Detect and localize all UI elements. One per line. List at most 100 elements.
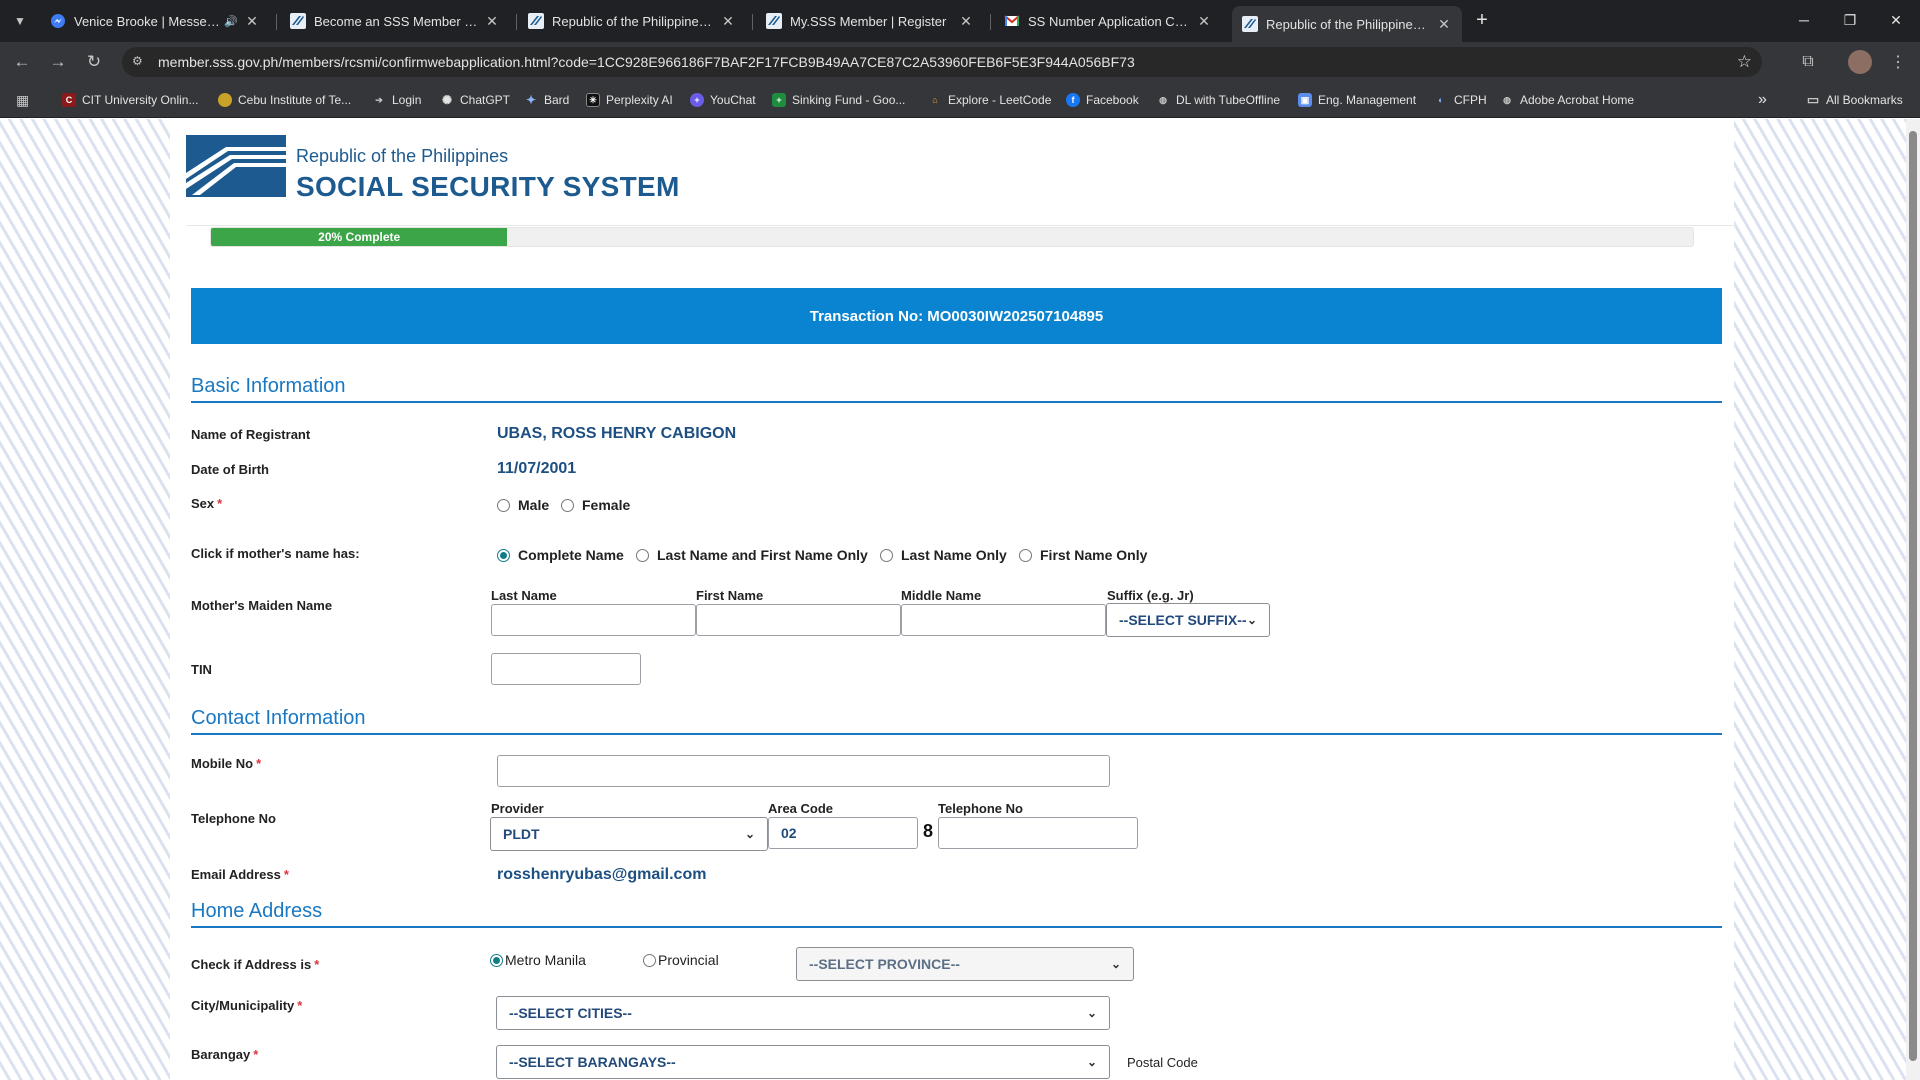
- bookmark-youchat[interactable]: + YouChat: [690, 90, 756, 110]
- bookmark-eng-management[interactable]: ▣ Eng. Management: [1298, 90, 1416, 110]
- more-bookmarks-chevron[interactable]: »: [1758, 90, 1767, 110]
- radio-complete-name[interactable]: Complete Name: [497, 547, 624, 563]
- speaker-icon[interactable]: 🔊: [224, 15, 238, 28]
- close-tab-icon[interactable]: ✕: [720, 13, 736, 29]
- page-scrollbar[interactable]: [1906, 119, 1920, 1080]
- radio-circle[interactable]: [643, 953, 656, 967]
- bookmark-cfph[interactable]: ◐ CFPH: [1434, 90, 1486, 110]
- tab-republic-sss-1[interactable]: Republic of the Philippines Soci ✕: [518, 6, 746, 36]
- radio-female[interactable]: Female: [561, 497, 630, 513]
- bard-sparkle-icon: ✦: [525, 93, 537, 107]
- close-tab-icon[interactable]: ✕: [1196, 13, 1212, 29]
- bookmark-bard[interactable]: ✦ Bard: [524, 90, 569, 110]
- tab-messenger[interactable]: Venice Brooke | Messenger 🔊 ✕: [40, 6, 270, 36]
- tab-mysss-register[interactable]: My.SSS Member | Register ✕: [756, 6, 984, 36]
- required-asterisk: *: [297, 998, 303, 1013]
- forward-arrow-icon[interactable]: →: [46, 50, 70, 74]
- tin-input[interactable]: [491, 653, 641, 685]
- maiden-suffix-label: Suffix (e.g. Jr): [1107, 588, 1194, 603]
- bookmark-leetcode[interactable]: ⌂ Explore - LeetCode: [928, 90, 1051, 110]
- address-type-label: Check if Address is *: [191, 957, 319, 972]
- bookmark-perplexity[interactable]: ✳ Perplexity AI: [586, 90, 673, 110]
- bookmark-label: Bard: [544, 93, 570, 107]
- radio-circle-selected[interactable]: [490, 953, 503, 967]
- extensions-puzzle-icon[interactable]: ⧉: [1796, 50, 1820, 74]
- province-select[interactable]: --SELECT PROVINCE-- ⌄: [796, 947, 1134, 981]
- bookmark-cebu-institute[interactable]: Cebu Institute of Te...: [218, 90, 351, 110]
- radio-circle[interactable]: [880, 548, 893, 562]
- bookmark-star-icon[interactable]: ☆: [1737, 52, 1752, 72]
- tab-divider: [516, 14, 517, 30]
- header-title: SOCIAL SECURITY SYSTEM: [296, 171, 680, 202]
- radio-circle[interactable]: [561, 498, 574, 512]
- url-text[interactable]: member.sss.gov.ph/members/rcsmi/confirmw…: [158, 54, 1135, 70]
- bookmark-tubeoffline[interactable]: ◍ DL with TubeOffline: [1156, 90, 1280, 110]
- site-info-icon[interactable]: ⚙: [132, 54, 148, 70]
- restore-icon[interactable]: ❐: [1832, 6, 1868, 34]
- maiden-first-name-input[interactable]: [696, 604, 901, 636]
- provider-select[interactable]: PLDT ⌄: [490, 817, 768, 851]
- all-bookmarks-folder[interactable]: ▭ All Bookmarks: [1806, 90, 1903, 110]
- close-tab-icon[interactable]: ✕: [484, 13, 500, 29]
- progress-fill: 20% Complete: [211, 228, 508, 246]
- bookmark-label: Facebook: [1086, 93, 1139, 107]
- maiden-middle-name-input[interactable]: [901, 604, 1106, 636]
- close-window-icon[interactable]: ✕: [1878, 6, 1914, 34]
- close-tab-icon[interactable]: ✕: [958, 13, 974, 29]
- maiden-last-name-input[interactable]: [491, 604, 696, 636]
- telephone-number-input[interactable]: [938, 817, 1138, 849]
- bookmark-sinking-fund[interactable]: + Sinking Fund - Goo...: [772, 90, 905, 110]
- tab-ss-number-application[interactable]: SS Number Application Continu ✕: [994, 6, 1222, 36]
- radio-circle[interactable]: [497, 498, 510, 512]
- bookmark-login[interactable]: ➔ Login: [372, 90, 421, 110]
- bookmark-cit-university[interactable]: C CIT University Onlin...: [62, 90, 198, 110]
- radio-circle[interactable]: [636, 548, 649, 562]
- bookmark-facebook[interactable]: f Facebook: [1066, 90, 1139, 110]
- barangay-label-text: Barangay: [191, 1047, 251, 1062]
- radio-last-only[interactable]: Last Name Only: [880, 547, 1007, 563]
- radio-male[interactable]: Male: [497, 497, 549, 513]
- area-code-input[interactable]: [768, 817, 918, 849]
- barangay-select[interactable]: --SELECT BARANGAYS-- ⌄: [496, 1045, 1110, 1079]
- close-tab-icon[interactable]: ✕: [244, 13, 260, 29]
- reload-icon[interactable]: ↻: [82, 50, 106, 74]
- radio-label: Male: [518, 497, 550, 513]
- radio-first-only[interactable]: First Name Only: [1019, 547, 1147, 563]
- globe-icon: ◍: [1503, 94, 1511, 105]
- city-select[interactable]: --SELECT CITIES-- ⌄: [496, 996, 1110, 1030]
- address-bar[interactable]: ⚙ member.sss.gov.ph/members/rcsmi/confir…: [122, 47, 1762, 77]
- sss-favicon-icon: [290, 13, 306, 29]
- tab-title: Republic of the Philippines Soci: [552, 13, 714, 29]
- profile-avatar-icon[interactable]: [1848, 50, 1872, 74]
- apps-grid-icon[interactable]: ▦: [16, 90, 29, 110]
- suffix-select-value: --SELECT SUFFIX--: [1119, 612, 1247, 628]
- bookmark-adobe-acrobat[interactable]: ◍ Adobe Acrobat Home: [1500, 90, 1634, 110]
- province-select-value: --SELECT PROVINCE--: [809, 956, 960, 972]
- bookmark-chatgpt[interactable]: ✺ ChatGPT: [440, 90, 510, 110]
- tab-search-chevron-icon[interactable]: ▼: [8, 9, 32, 33]
- radio-metro-manila[interactable]: Metro Manila: [490, 952, 586, 968]
- tab-divider: [276, 14, 277, 30]
- required-asterisk: *: [217, 496, 223, 511]
- suffix-select[interactable]: --SELECT SUFFIX-- ⌄: [1106, 603, 1270, 637]
- new-tab-plus-icon[interactable]: +: [1470, 9, 1494, 33]
- mobile-input[interactable]: [497, 755, 1110, 787]
- radio-last-first-only[interactable]: Last Name and First Name Only: [636, 547, 868, 563]
- sss-favicon-icon: [766, 13, 782, 29]
- sss-logo: [186, 135, 286, 197]
- tab-become-sss-member[interactable]: Become an SSS Member | Repu ✕: [280, 6, 510, 36]
- decorative-pattern-right: [1734, 119, 1906, 1080]
- close-tab-icon[interactable]: ✕: [1436, 16, 1452, 32]
- gmail-icon: [1004, 13, 1020, 29]
- radio-provincial[interactable]: Provincial: [643, 952, 719, 968]
- menu-kebab-icon[interactable]: ⋮: [1886, 50, 1910, 74]
- scrollbar-thumb[interactable]: [1909, 131, 1917, 1061]
- radio-circle-selected[interactable]: [497, 548, 510, 562]
- required-asterisk: *: [314, 957, 320, 972]
- tab-republic-sss-active[interactable]: Republic of the Philippines Soci ✕: [1232, 6, 1462, 42]
- back-arrow-icon[interactable]: ←: [10, 50, 34, 74]
- radio-circle[interactable]: [1019, 548, 1032, 562]
- minimize-icon[interactable]: ─: [1786, 6, 1822, 34]
- registrant-name-value: UBAS, ROSS HENRY CABIGON: [497, 425, 737, 442]
- tab-title: Become an SSS Member | Repu: [314, 13, 478, 29]
